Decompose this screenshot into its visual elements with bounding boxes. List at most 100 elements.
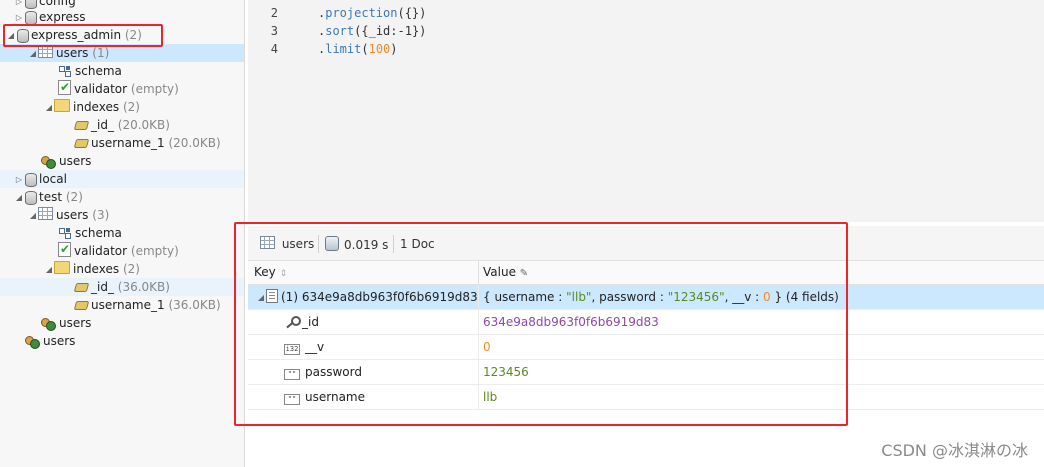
tree-index-username[interactable]: username_1 (36.0KB) bbox=[74, 296, 221, 314]
table-row-field[interactable]: _id 634e9a8db963f0f6b6919d83 bbox=[248, 310, 1044, 335]
tree-folder-indexes[interactable]: ◢ indexes (2) bbox=[44, 260, 140, 278]
column-divider[interactable] bbox=[478, 261, 479, 284]
tree-folder-count: (2) bbox=[122, 100, 140, 114]
tree-db-express[interactable]: ▷ express bbox=[14, 8, 85, 26]
tree-index-username[interactable]: username_1 (20.0KB) bbox=[74, 134, 221, 152]
results-panel: users 0.019 s 1 Doc Key ⇕ Value ✎ ◢ (1) 6… bbox=[248, 226, 1044, 467]
index-icon bbox=[74, 119, 88, 130]
tree-db-local[interactable]: ▷ local bbox=[14, 170, 67, 188]
table-row-field[interactable]: i32 __v 0 bbox=[248, 335, 1044, 360]
tree-item-label: users bbox=[59, 316, 92, 330]
int32-type-icon: i32 bbox=[284, 344, 300, 355]
line-number: 3 bbox=[270, 24, 278, 38]
collapse-arrow-icon[interactable]: ◢ bbox=[28, 207, 38, 225]
table-row-field[interactable]: "" password 123456 bbox=[248, 360, 1044, 385]
tree-root-users[interactable]: users bbox=[24, 332, 75, 350]
tree-item-label: schema bbox=[75, 64, 122, 78]
field-key: username bbox=[305, 390, 365, 404]
column-divider bbox=[478, 360, 479, 384]
collapse-arrow-icon[interactable]: ◢ bbox=[44, 261, 54, 279]
tree-item-note: (empty) bbox=[130, 244, 179, 258]
expand-arrow-icon[interactable]: ▷ bbox=[14, 171, 24, 189]
string-type-icon: "" bbox=[284, 369, 300, 380]
results-toolbar: users 0.019 s 1 Doc bbox=[248, 226, 1044, 261]
collection-icon bbox=[38, 207, 53, 220]
tree-item-label: validator bbox=[74, 244, 128, 258]
collapse-arrow-icon[interactable]: ◢ bbox=[28, 45, 38, 63]
toolbar-separator bbox=[393, 235, 394, 253]
collection-icon bbox=[260, 236, 275, 249]
tree-item-validator[interactable]: validator (empty) bbox=[58, 240, 179, 260]
database-icon bbox=[24, 0, 37, 9]
document-icon bbox=[266, 289, 278, 303]
sort-icon[interactable]: ⇕ bbox=[280, 269, 288, 279]
table-row-field[interactable]: "" username llb bbox=[248, 385, 1044, 410]
tree-db-express-label: express bbox=[39, 10, 86, 24]
edit-icon[interactable]: ✎ bbox=[520, 268, 528, 279]
index-icon bbox=[74, 281, 88, 292]
code-number: 100 bbox=[368, 42, 391, 56]
table-row-document[interactable]: ◢ (1) 634e9a8db963f0f6b6919d83 { username… bbox=[248, 285, 1044, 310]
tree-db-test-label: test bbox=[39, 190, 63, 204]
tree-item-validator[interactable]: validator (empty) bbox=[58, 78, 179, 98]
tree-item-label: users bbox=[43, 334, 76, 348]
tree-index-label: username_1 bbox=[91, 298, 165, 312]
tree-index-label: _id_ bbox=[91, 118, 114, 132]
tree-item-label: schema bbox=[75, 226, 122, 240]
tree-collection-users[interactable]: ◢ users (3) bbox=[28, 206, 109, 224]
field-key: password bbox=[305, 365, 362, 379]
code-line[interactable]: .limit(100) bbox=[318, 42, 398, 56]
value-text: { username : bbox=[483, 290, 567, 304]
database-icon bbox=[24, 10, 37, 25]
column-header-key[interactable]: Key ⇕ bbox=[254, 261, 287, 284]
tree-folder-indexes[interactable]: ◢ indexes (2) bbox=[44, 98, 140, 116]
collapse-arrow-icon[interactable]: ◢ bbox=[256, 286, 266, 310]
field-value: 634e9a8db963f0f6b6919d83 bbox=[483, 315, 659, 329]
tree-db-express-admin-label: express_admin bbox=[31, 28, 122, 42]
key-icon bbox=[284, 315, 301, 329]
tree-db-count: (2) bbox=[124, 28, 142, 42]
column-divider bbox=[478, 310, 479, 334]
schema-icon bbox=[58, 64, 72, 78]
expand-arrow-icon[interactable]: ▷ bbox=[14, 9, 24, 27]
collapse-arrow-icon[interactable]: ◢ bbox=[6, 27, 16, 45]
code-args: ({_id:-1}) bbox=[354, 24, 427, 38]
collection-icon bbox=[38, 45, 53, 58]
tree-db-express-admin[interactable]: ◢ express_admin (2) bbox=[6, 26, 142, 44]
column-header-value[interactable]: Value ✎ bbox=[483, 261, 528, 284]
code-line[interactable]: .sort({_id:-1}) bbox=[318, 24, 426, 38]
document-key: (1) 634e9a8db963f0f6b6919d83 bbox=[281, 290, 478, 304]
database-icon bbox=[24, 172, 37, 187]
tree-index-id[interactable]: _id_ (20.0KB) bbox=[74, 116, 170, 134]
tree-db-users[interactable]: users bbox=[40, 314, 91, 332]
document-key-cell: ◢ (1) 634e9a8db963f0f6b6919d83 bbox=[256, 285, 478, 309]
field-value: 123456 bbox=[483, 365, 529, 379]
watermark-text: CSDN @冰淇淋の冰 bbox=[881, 441, 1028, 460]
database-icon bbox=[16, 28, 29, 43]
tree-index-size: (36.0KB) bbox=[168, 298, 221, 312]
tree-index-label: _id_ bbox=[91, 280, 114, 294]
field-key-cell: i32 __v bbox=[284, 335, 324, 359]
folder-icon bbox=[54, 99, 70, 112]
collapse-arrow-icon[interactable]: ◢ bbox=[14, 189, 24, 207]
query-editor[interactable]: 2 .projection({}) 3 .sort({_id:-1}) 4 .l… bbox=[248, 0, 1044, 222]
collapse-arrow-icon[interactable]: ◢ bbox=[44, 99, 54, 117]
code-paren: ) bbox=[390, 42, 398, 56]
tree-folder-count: (2) bbox=[122, 262, 140, 276]
database-icon bbox=[24, 190, 37, 205]
code-line[interactable]: .projection({}) bbox=[318, 6, 426, 20]
tree-db-users[interactable]: users bbox=[40, 152, 91, 170]
tree-collection-label: users bbox=[56, 208, 89, 222]
tree-db-config-label: config bbox=[39, 0, 76, 8]
index-icon bbox=[74, 137, 88, 148]
tree-collection-users[interactable]: ◢ users (1) bbox=[28, 44, 109, 62]
tree-item-note: (empty) bbox=[130, 82, 179, 96]
tree-folder-label: indexes bbox=[73, 262, 120, 276]
schema-icon bbox=[58, 226, 72, 240]
tree-index-id[interactable]: _id_ (36.0KB) bbox=[74, 278, 170, 296]
toolbar-separator bbox=[318, 235, 319, 253]
code-paren: ( bbox=[361, 42, 369, 56]
grid-header: Key ⇕ Value ✎ bbox=[248, 261, 1044, 285]
tree-collection-count: (1) bbox=[92, 46, 110, 60]
tree-db-test[interactable]: ◢ test (2) bbox=[14, 188, 83, 206]
